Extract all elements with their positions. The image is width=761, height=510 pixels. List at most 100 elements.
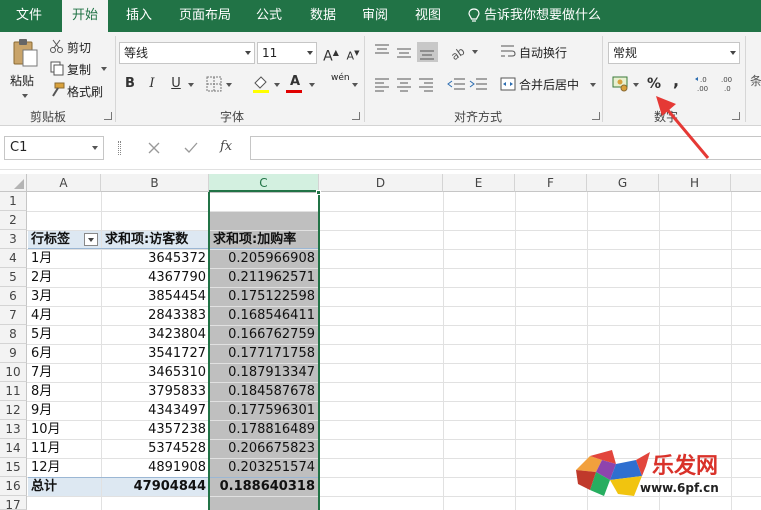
- scissors-icon[interactable]: [49, 38, 65, 54]
- pivot-total-label[interactable]: 总计: [28, 477, 101, 496]
- table-cell-rate[interactable]: 0.177596301: [210, 401, 318, 420]
- phonetic-dropdown-icon[interactable]: [352, 83, 358, 87]
- row-header-12[interactable]: 12: [0, 401, 27, 420]
- table-cell-visitors[interactable]: 3423804: [102, 325, 209, 344]
- underline-dropdown-icon[interactable]: [188, 83, 194, 87]
- table-row-label[interactable]: 7月: [28, 363, 101, 382]
- table-cell-visitors[interactable]: 5374528: [102, 439, 209, 458]
- pivot-total-visitors[interactable]: 47904844: [102, 477, 209, 496]
- enter-check-icon[interactable]: [184, 142, 198, 154]
- row-header-6[interactable]: 6: [0, 287, 27, 306]
- tab-formulas[interactable]: 公式: [256, 0, 282, 32]
- filter-dropdown-button[interactable]: [84, 233, 98, 246]
- table-cell-visitors[interactable]: 3854454: [102, 287, 209, 306]
- row-header-16[interactable]: 16: [0, 477, 27, 496]
- tab-page-layout[interactable]: 页面布局: [179, 0, 231, 32]
- cut-button[interactable]: 剪切: [67, 39, 91, 56]
- column-header-h[interactable]: H: [659, 174, 731, 192]
- paste-button[interactable]: 粘贴: [10, 72, 34, 89]
- table-cell-visitors[interactable]: 3541727: [102, 344, 209, 363]
- pivot-rate-header[interactable]: 求和项:加购率: [210, 230, 318, 249]
- table-cell-visitors[interactable]: 4891908: [102, 458, 209, 477]
- table-cell-visitors[interactable]: 3465310: [102, 363, 209, 382]
- column-header-g[interactable]: G: [587, 174, 659, 192]
- table-cell-rate[interactable]: 0.206675823: [210, 439, 318, 458]
- font-size-combo[interactable]: 11: [257, 42, 317, 64]
- table-row-label[interactable]: 9月: [28, 401, 101, 420]
- comma-style-button[interactable]: ,: [665, 70, 687, 92]
- column-header-partial[interactable]: [731, 174, 761, 192]
- table-row-label[interactable]: 11月: [28, 439, 101, 458]
- table-row-label[interactable]: 8月: [28, 382, 101, 401]
- alignment-launcher-icon[interactable]: [592, 112, 600, 120]
- vertical-align-icons[interactable]: [372, 42, 438, 62]
- select-all-corner[interactable]: [0, 174, 27, 192]
- row-header-17[interactable]: 17: [0, 496, 27, 510]
- column-header-e[interactable]: E: [443, 174, 515, 192]
- chevron-down-icon[interactable]: [92, 146, 98, 150]
- borders-icon[interactable]: [206, 76, 222, 92]
- tab-data[interactable]: 数据: [310, 0, 336, 32]
- table-cell-rate[interactable]: 0.168546411: [210, 306, 318, 325]
- number-launcher-icon[interactable]: [732, 112, 740, 120]
- format-painter-button[interactable]: 格式刷: [67, 83, 103, 100]
- table-row-label[interactable]: 12月: [28, 458, 101, 477]
- table-cell-visitors[interactable]: 3645372: [102, 249, 209, 268]
- table-row-label[interactable]: 5月: [28, 325, 101, 344]
- fill-color-dropdown-icon[interactable]: [274, 83, 280, 87]
- table-row-label[interactable]: 6月: [28, 344, 101, 363]
- wrap-text-icon[interactable]: [500, 43, 516, 59]
- row-header-2[interactable]: 2: [0, 211, 27, 230]
- horizontal-align-icons[interactable]: [372, 74, 436, 94]
- orientation-dropdown-icon[interactable]: [472, 50, 478, 54]
- row-header-3[interactable]: 3: [0, 230, 27, 249]
- row-header-5[interactable]: 5: [0, 268, 27, 287]
- table-row-label[interactable]: 3月: [28, 287, 101, 306]
- row-header-10[interactable]: 10: [0, 363, 27, 382]
- table-cell-visitors[interactable]: 3795833: [102, 382, 209, 401]
- column-header-b[interactable]: B: [101, 174, 209, 192]
- clipboard-launcher-icon[interactable]: [104, 112, 112, 120]
- decrease-decimal-icon[interactable]: .00 .0: [718, 74, 740, 94]
- table-cell-rate[interactable]: 0.187913347: [210, 363, 318, 382]
- table-cell-rate[interactable]: 0.211962571: [210, 268, 318, 287]
- copy-button[interactable]: 复制: [67, 61, 91, 78]
- tab-file[interactable]: 文件: [16, 0, 42, 32]
- row-header-4[interactable]: 4: [0, 249, 27, 268]
- tab-view[interactable]: 视图: [415, 0, 441, 32]
- font-launcher-icon[interactable]: [352, 112, 360, 120]
- decrease-font-button[interactable]: A▼: [342, 42, 364, 64]
- column-header-f[interactable]: F: [515, 174, 587, 192]
- column-header-a[interactable]: A: [27, 174, 101, 192]
- fill-handle[interactable]: [316, 190, 321, 195]
- table-cell-rate[interactable]: 0.205966908: [210, 249, 318, 268]
- pivot-total-rate[interactable]: 0.188640318: [210, 477, 318, 496]
- borders-dropdown-icon[interactable]: [226, 83, 232, 87]
- fill-color-icon[interactable]: [251, 74, 271, 94]
- indent-icons[interactable]: [446, 74, 488, 94]
- row-header-13[interactable]: 13: [0, 420, 27, 439]
- cancel-icon[interactable]: [148, 142, 160, 154]
- increase-decimal-icon[interactable]: .0 .00: [694, 74, 716, 94]
- worksheet-grid[interactable]: A B C D E F G H 1 2 3 4 5 6 7 8 9 10 11 …: [0, 174, 761, 510]
- name-box[interactable]: C1: [4, 136, 104, 160]
- table-row-label[interactable]: 4月: [28, 306, 101, 325]
- bold-button[interactable]: B: [119, 73, 141, 95]
- accounting-format-icon[interactable]: [612, 74, 630, 92]
- merge-dropdown-icon[interactable]: [590, 83, 596, 87]
- row-header-7[interactable]: 7: [0, 306, 27, 325]
- copy-dropdown-icon[interactable]: [101, 67, 107, 71]
- font-name-combo[interactable]: 等线: [119, 42, 255, 64]
- table-cell-rate[interactable]: 0.184587678: [210, 382, 318, 401]
- merge-center-button[interactable]: 合并后居中: [519, 76, 579, 93]
- row-header-9[interactable]: 9: [0, 344, 27, 363]
- table-cell-rate[interactable]: 0.203251574: [210, 458, 318, 477]
- copy-icon[interactable]: [49, 60, 65, 76]
- underline-button[interactable]: U: [165, 73, 187, 95]
- table-row-label[interactable]: 1月: [28, 249, 101, 268]
- table-cell-visitors[interactable]: 2843383: [102, 306, 209, 325]
- tab-home[interactable]: 开始: [62, 0, 109, 32]
- increase-font-button[interactable]: A▲: [320, 42, 342, 65]
- row-header-8[interactable]: 8: [0, 325, 27, 344]
- format-painter-icon[interactable]: [49, 82, 65, 98]
